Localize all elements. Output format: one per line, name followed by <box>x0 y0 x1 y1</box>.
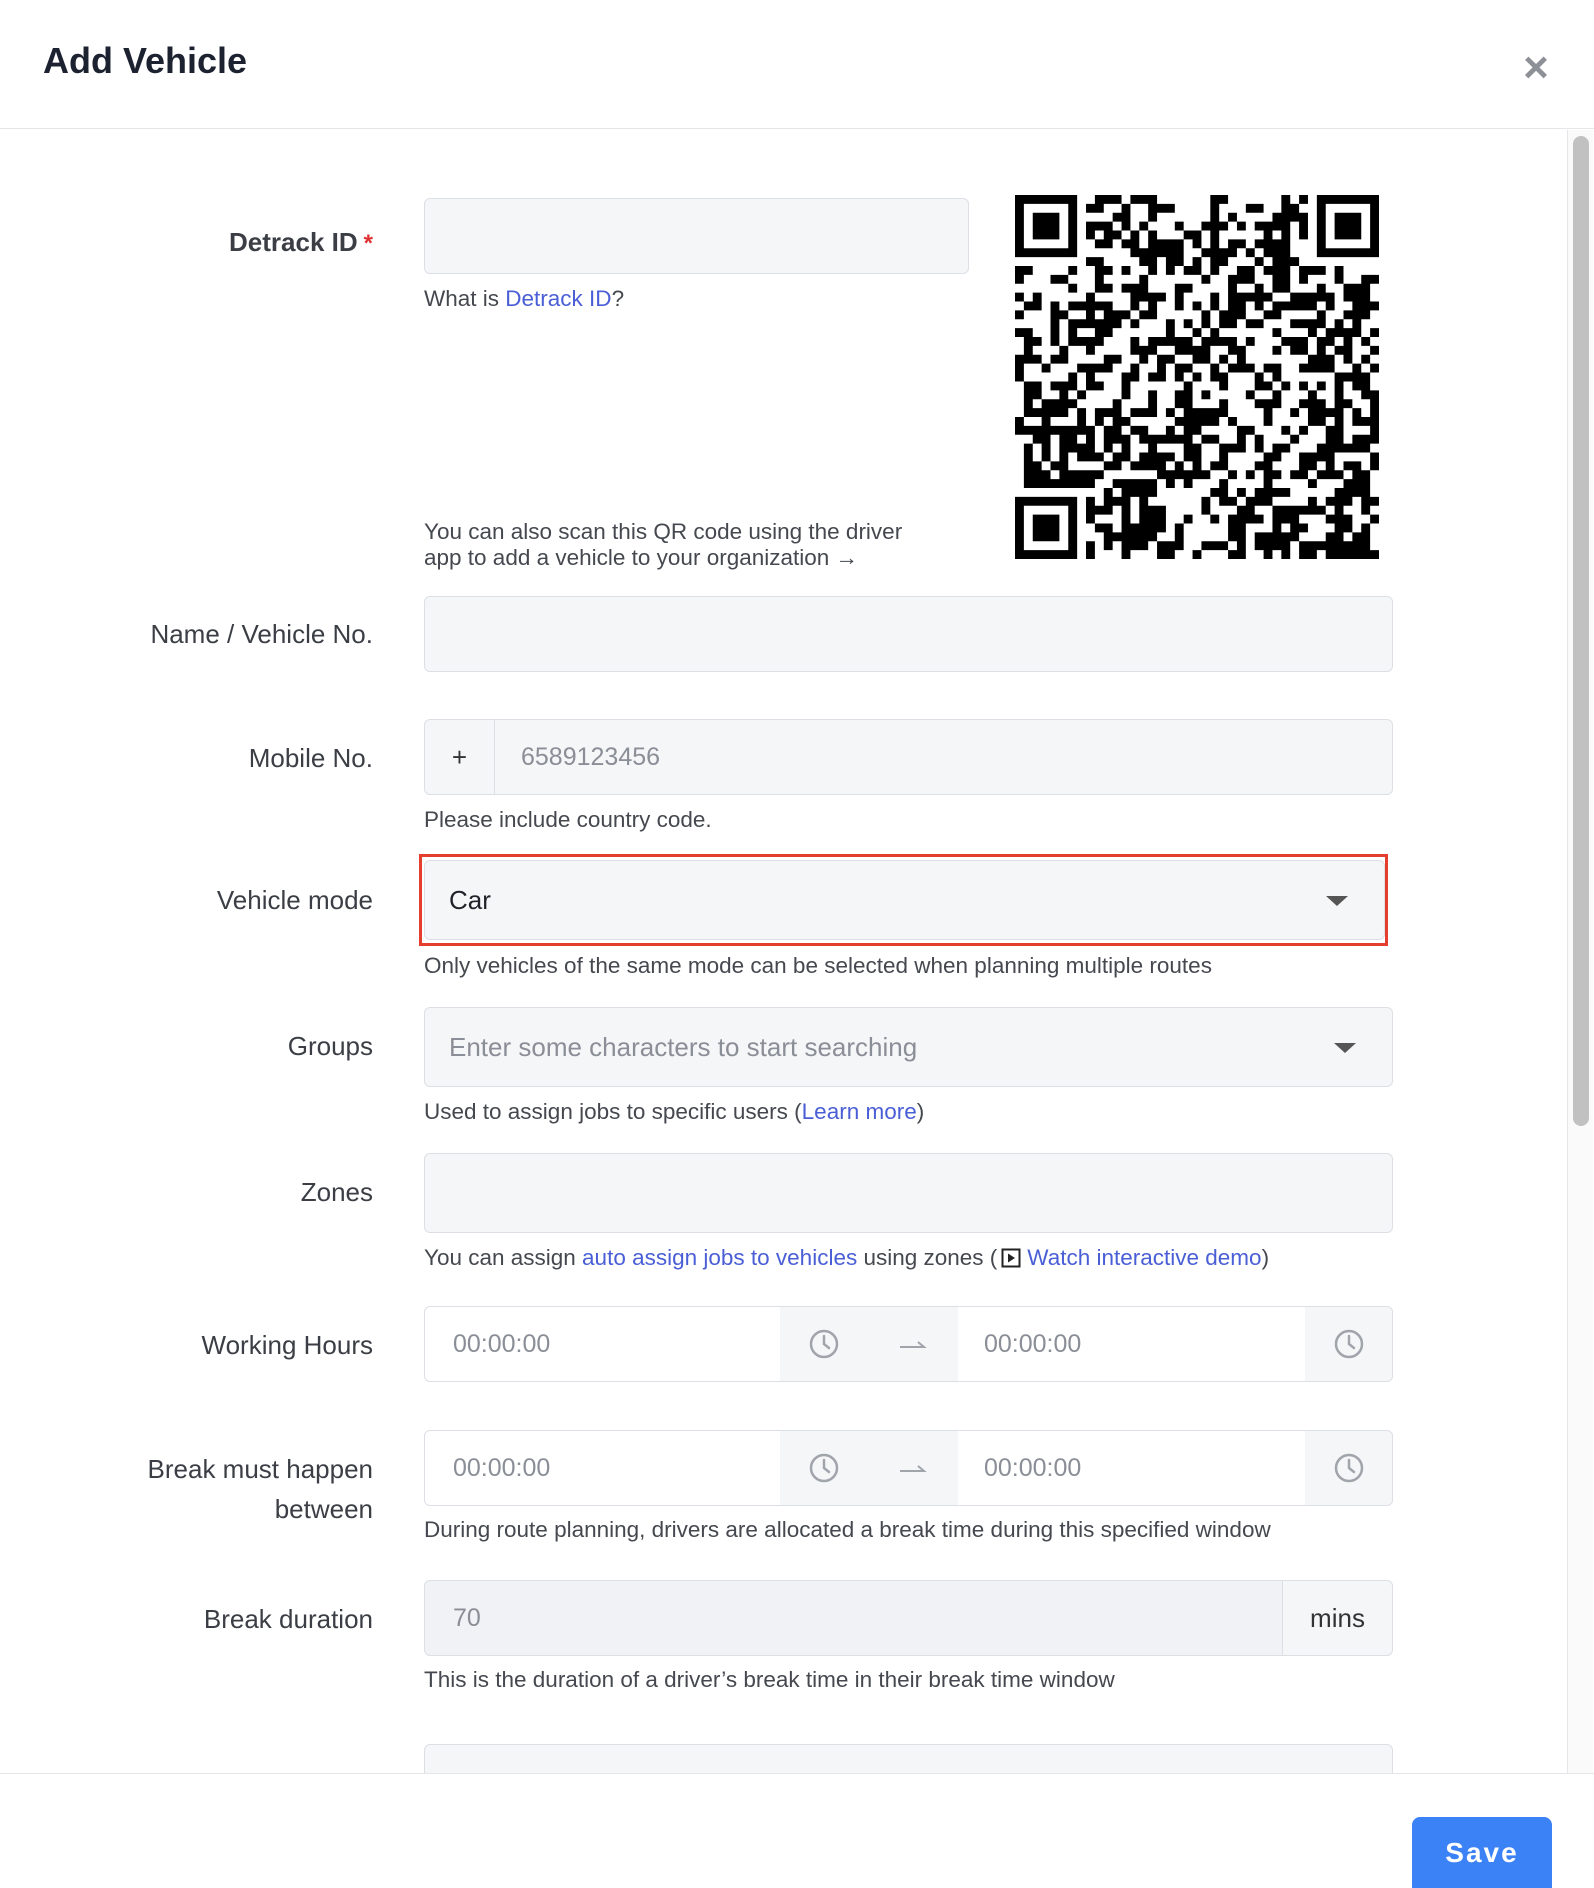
close-icon[interactable]: × <box>1518 46 1554 90</box>
save-button[interactable]: Save <box>1412 1817 1552 1888</box>
break-window-start[interactable]: 00:00:00 <box>453 1431 550 1505</box>
clock-icon[interactable] <box>780 1431 868 1505</box>
working-hours-end[interactable]: 00:00:00 <box>984 1307 1081 1381</box>
name-input[interactable] <box>424 596 1393 672</box>
highlight-box <box>419 854 1388 946</box>
vehicle-mode-help: Only vehicles of the same mode can be se… <box>424 953 1212 978</box>
mobile-label: Mobile No. <box>248 743 373 773</box>
name-label: Name / Vehicle No. <box>150 619 373 649</box>
mobile-help: Please include country code. <box>424 807 712 832</box>
qr-code <box>1015 195 1379 559</box>
working-hours-label: Working Hours <box>201 1330 373 1360</box>
zones-help: You can assign auto assign jobs to vehic… <box>424 1244 1269 1274</box>
zones-label: Zones <box>300 1177 373 1207</box>
modal-title: Add Vehicle <box>43 40 248 81</box>
groups-help: Used to assign jobs to specific users (L… <box>424 1099 925 1124</box>
groups-label: Groups <box>287 1031 373 1061</box>
break-duration-input[interactable]: 70 <box>453 1581 481 1655</box>
working-hours-start[interactable]: 00:00:00 <box>453 1307 550 1381</box>
groups-select[interactable]: Enter some characters to start searching <box>424 1007 1393 1087</box>
zones-input[interactable] <box>424 1153 1393 1233</box>
working-hours-range: 00:00:00 00:00:00 <box>424 1306 1393 1382</box>
arrow-right-icon <box>868 1307 958 1381</box>
qr-code-graphic <box>1015 195 1379 559</box>
learn-more-link[interactable]: Learn more <box>802 1099 917 1124</box>
break-window-help: During route planning, drivers are alloc… <box>424 1517 1271 1542</box>
mobile-input[interactable]: 6589123456 <box>521 720 660 794</box>
break-duration-label: Break duration <box>203 1604 373 1634</box>
break-window-label-line2: between <box>274 1494 373 1524</box>
break-duration-unit: mins <box>1282 1581 1392 1655</box>
break-duration-input-group: 70 mins <box>424 1580 1393 1656</box>
qr-note-line1: You can also scan this QR code using the… <box>424 519 903 544</box>
required-mark: * <box>363 230 373 257</box>
watch-demo-link[interactable]: Watch interactive demo <box>1027 1245 1261 1270</box>
country-code-prefix: + <box>425 720 495 794</box>
modal-header: Add Vehicle × <box>0 0 1594 129</box>
vehicle-mode-label: Vehicle mode <box>216 885 373 915</box>
auto-assign-link[interactable]: auto assign jobs to vehicles <box>582 1245 857 1270</box>
detrack-id-label: Detrack ID * <box>229 227 373 257</box>
break-duration-help: This is the duration of a driver’s break… <box>424 1667 1115 1692</box>
scrollbar-thumb[interactable] <box>1573 136 1589 1126</box>
break-window-label-line1: Break must happen <box>147 1454 373 1484</box>
modal-footer <box>0 1773 1594 1888</box>
clock-icon[interactable] <box>1305 1307 1392 1381</box>
qr-note-line2: app to add a vehicle to your organizatio… <box>424 545 859 570</box>
detrack-id-help: What is Detrack ID? <box>424 286 625 311</box>
detrack-id-input[interactable] <box>424 198 969 274</box>
break-window-range: 00:00:00 00:00:00 <box>424 1430 1393 1506</box>
chevron-down-icon <box>1334 1043 1356 1053</box>
detrack-id-link[interactable]: Detrack ID <box>505 286 611 311</box>
clock-icon[interactable] <box>780 1307 868 1381</box>
scrollbar[interactable] <box>1567 130 1593 1773</box>
play-box-icon <box>1001 1247 1021 1274</box>
clock-icon[interactable] <box>1305 1431 1392 1505</box>
break-window-end[interactable]: 00:00:00 <box>984 1431 1081 1505</box>
groups-placeholder: Enter some characters to start searching <box>449 1031 918 1062</box>
arrow-right-icon <box>868 1431 958 1505</box>
mobile-input-group: + 6589123456 <box>424 719 1393 795</box>
